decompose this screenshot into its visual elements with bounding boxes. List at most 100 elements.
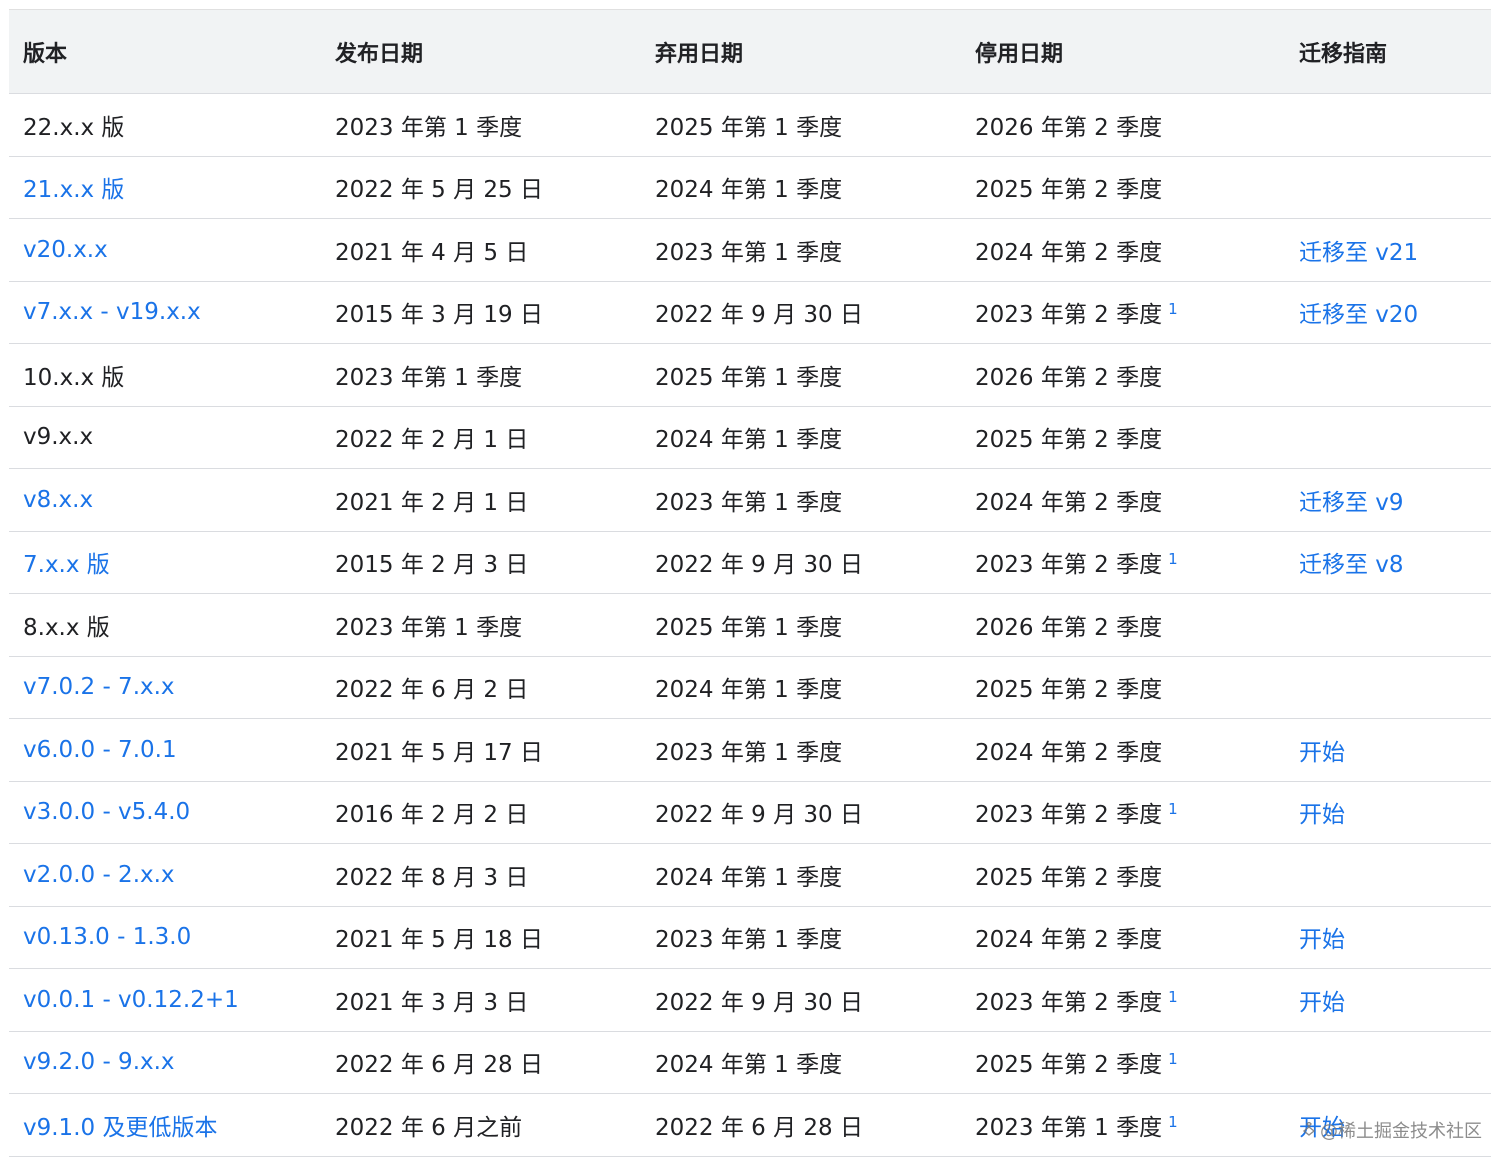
table-row: v9.1.0 及更低版本 2022 年 6 月之前 2022 年 6 月 28 日2… [9,1093,1491,1157]
cell-release-date: 2022 年 8 月 3 日 [321,843,641,907]
table-row: v2.0.0 - 2.x.x 2022 年 8 月 3 日 2024 年第 1 季度… [9,843,1491,907]
version-link[interactable]: 21.x.x 版 [23,177,124,203]
migration-guide-link[interactable]: 开始 [1299,927,1345,953]
migration-guide-link[interactable]: 开始 [1299,740,1345,766]
cell-migration-guide [1285,343,1491,407]
cell-sunset-date: 2023 年第 2 季度 1 [961,781,1285,844]
cell-sunset-date: 2023 年第 1 季度 1 [961,1093,1285,1157]
cell-sunset-date: 2026 年第 2 季度 [961,343,1285,407]
cell-version: v9.2.0 - 9.x.x [9,1031,321,1094]
version-link[interactable]: v9.2.0 - 9.x.x [23,1049,175,1075]
version-link[interactable]: v7.0.2 - 7.x.x [23,674,175,700]
cell-migration-guide: 迁移至 v21 [1285,218,1491,282]
cell-deprecation-date: 2024 年第 1 季度 [641,843,961,907]
migration-guide-link[interactable]: 迁移至 v20 [1299,302,1418,328]
cell-version: v6.0.0 - 7.0.1 [9,718,321,782]
footnote-link[interactable]: 1 [1168,1113,1178,1131]
sunset-date-text: 2023 年第 2 季度 [975,989,1163,1016]
cell-sunset-date: 2025 年第 2 季度 [961,156,1285,219]
header-deprecation-date: 弃用日期 [641,9,961,94]
watermark-text: @稀土掘金技术社区 [1320,1121,1482,1142]
cell-release-date: 2016 年 2 月 2 日 [321,781,641,844]
cell-deprecation-date: 2024 年第 1 季度 [641,1031,961,1094]
version-link[interactable]: v6.0.0 - 7.0.1 [23,737,177,763]
migration-guide-link[interactable]: 迁移至 v8 [1299,552,1404,578]
sunset-date-text: 2026 年第 2 季度 [975,114,1163,141]
table-row: 22.x.x 版 2023 年第 1 季度 2025 年第 1 季度 2026 年第 … [9,93,1491,157]
version-link[interactable]: v0.0.1 - v0.12.2+1 [23,987,239,1013]
table-row: v3.0.0 - v5.4.0 2016 年 2 月 2 日 2022 年 9 月 … [9,781,1491,844]
table-row: 7.x.x 版 2015 年 2 月 3 日 2022 年 9 月 30 日 2023… [9,531,1491,594]
sunset-date-text: 2025 年第 2 季度 [975,864,1163,891]
header-sunset-date: 停用日期 [961,9,1285,94]
version-text: 8.x.x 版 [23,614,110,641]
cell-migration-guide [1285,656,1491,719]
cell-version: v20.x.x [9,218,321,282]
cell-sunset-date: 2025 年第 2 季度 [961,406,1285,469]
header-release-date: 发布日期 [321,9,641,94]
version-link[interactable]: v3.0.0 - v5.4.0 [23,799,190,825]
table-row: v8.x.x 2021 年 2 月 1 日 2023 年第 1 季度 2024 年第 … [9,468,1491,532]
cell-sunset-date: 2023 年第 2 季度 1 [961,531,1285,594]
cell-version: 7.x.x 版 [9,531,321,594]
version-link[interactable]: v7.x.x - v19.x.x [23,299,201,325]
table-row: v7.0.2 - 7.x.x 2022 年 6 月 2 日 2024 年第 1 季度… [9,656,1491,719]
cell-release-date: 2021 年 3 月 3 日 [321,968,641,1032]
footnote-link[interactable]: 1 [1168,988,1178,1006]
migration-guide-link[interactable]: 迁移至 v21 [1299,240,1418,266]
sunset-date-text: 2025 年第 2 季度 [975,1052,1163,1079]
sunset-date-text: 2024 年第 2 季度 [975,489,1163,516]
cell-deprecation-date: 2022 年 9 月 30 日 [641,781,961,844]
footnote-link[interactable]: 1 [1168,800,1178,818]
sunset-date-text: 2023 年第 2 季度 [975,302,1163,329]
cell-sunset-date: 2024 年第 2 季度 [961,468,1285,532]
version-link[interactable]: v2.0.0 - 2.x.x [23,862,175,888]
table-row: v9.2.0 - 9.x.x 2022 年 6 月 28 日 2024 年第 1 季… [9,1031,1491,1094]
cell-release-date: 2021 年 4 月 5 日 [321,218,641,282]
footnote-link[interactable]: 1 [1168,1050,1178,1068]
table-row: v20.x.x 2021 年 4 月 5 日 2023 年第 1 季度 2024 年第… [9,218,1491,282]
version-link[interactable]: v8.x.x [23,487,93,513]
cell-migration-guide [1285,593,1491,657]
cell-release-date: 2022 年 2 月 1 日 [321,406,641,469]
migration-guide-link[interactable]: 开始 [1299,802,1345,828]
cell-migration-guide: 迁移至 v20 [1285,281,1491,344]
table-row: 8.x.x 版 2023 年第 1 季度 2025 年第 1 季度 2026 年第 2… [9,593,1491,657]
header-version: 版本 [9,9,321,94]
version-link[interactable]: 7.x.x 版 [23,552,110,578]
migration-guide-link[interactable]: 开始 [1299,990,1345,1016]
cell-release-date: 2023 年第 1 季度 [321,93,641,157]
cell-release-date: 2021 年 2 月 1 日 [321,468,641,532]
table-row: v6.0.0 - 7.0.1 2021 年 5 月 17 日 2023 年第 1 季… [9,718,1491,782]
cell-deprecation-date: 2025 年第 1 季度 [641,593,961,657]
cell-version: 21.x.x 版 [9,156,321,219]
cell-release-date: 2021 年 5 月 18 日 [321,906,641,969]
cell-version: v7.0.2 - 7.x.x [9,656,321,719]
sunset-date-text: 2024 年第 2 季度 [975,739,1163,766]
cell-migration-guide [1285,1031,1491,1094]
cell-sunset-date: 2023 年第 2 季度 1 [961,968,1285,1032]
version-link[interactable]: v0.13.0 - 1.3.0 [23,924,191,950]
cell-release-date: 2015 年 2 月 3 日 [321,531,641,594]
cell-deprecation-date: 2022 年 9 月 30 日 [641,968,961,1032]
version-link[interactable]: v20.x.x [23,237,108,263]
table-row: v9.x.x 2022 年 2 月 1 日 2024 年第 1 季度 2025 年第 … [9,406,1491,469]
migration-guide-link[interactable]: 迁移至 v9 [1299,490,1404,516]
footnote-link[interactable]: 1 [1168,550,1178,568]
cell-sunset-date: 2024 年第 2 季度 [961,218,1285,282]
cell-version: 8.x.x 版 [9,593,321,657]
footnote-link[interactable]: 1 [1168,300,1178,318]
cell-release-date: 2015 年 3 月 19 日 [321,281,641,344]
cell-deprecation-date: 2023 年第 1 季度 [641,468,961,532]
cell-deprecation-date: 2023 年第 1 季度 [641,906,961,969]
cell-migration-guide: 开始 [1285,718,1491,782]
cell-deprecation-date: 2024 年第 1 季度 [641,156,961,219]
version-link[interactable]: v9.1.0 及更低版本 [23,1115,217,1141]
cell-deprecation-date: 2022 年 9 月 30 日 [641,531,961,594]
juejin-logo-icon [1301,1120,1317,1140]
cell-migration-guide [1285,843,1491,907]
sunset-date-text: 2023 年第 2 季度 [975,552,1163,579]
sunset-date-text: 2023 年第 1 季度 [975,1114,1163,1141]
cell-version: v9.1.0 及更低版本 [9,1093,321,1157]
version-text: 22.x.x 版 [23,114,125,141]
